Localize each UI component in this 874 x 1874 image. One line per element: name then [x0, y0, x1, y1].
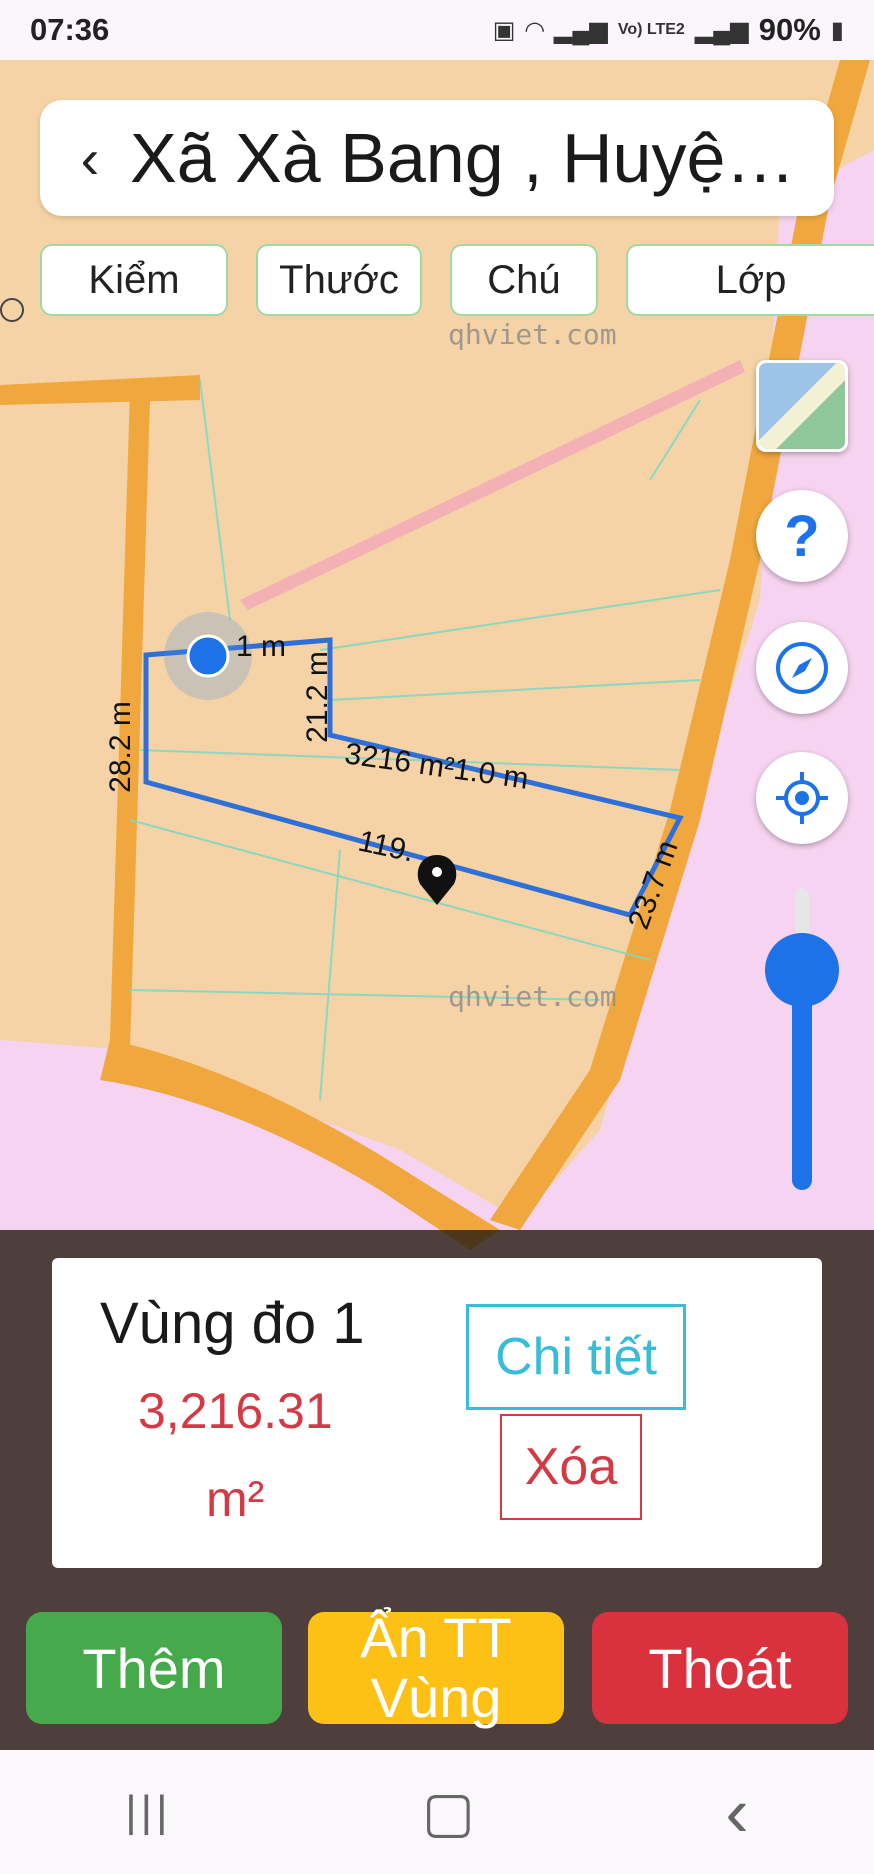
area-value: 3,216.31	[138, 1383, 333, 1439]
notification-icon: ▣	[492, 16, 516, 44]
tool-chu-button[interactable]: Chú	[450, 244, 598, 316]
status-time: 07:36	[30, 12, 110, 47]
signal-icon-2: ▂▄▆	[694, 16, 749, 44]
system-nav-bar: ||| ▢ ‹	[0, 1750, 874, 1874]
detail-button[interactable]: Chi tiết	[466, 1304, 686, 1410]
zoom-slider-thumb[interactable]	[765, 933, 839, 1007]
watermark-top: qhviet.com	[448, 318, 617, 351]
back-nav-icon[interactable]: ‹	[725, 1772, 748, 1852]
status-bar: 07:36 ▣ ◠ ▂▄▆ Vo) LTE2 ▂▄▆ 90% ▮	[0, 0, 874, 60]
tool-kiem-button[interactable]: Kiểm	[40, 244, 228, 316]
add-button[interactable]: Thêm	[26, 1612, 282, 1724]
crosshair-marker-icon	[0, 298, 24, 322]
wifi-icon: ◠	[525, 16, 544, 44]
measure-label-left: 28.2 m	[103, 701, 137, 793]
help-icon: ?	[784, 503, 820, 569]
watermark-bottom: qhviet.com	[448, 980, 617, 1013]
compass-button[interactable]	[756, 622, 848, 714]
home-icon[interactable]: ▢	[422, 1779, 475, 1845]
back-icon[interactable]: ‹	[40, 126, 130, 191]
compass-icon	[776, 642, 828, 694]
help-button[interactable]: ?	[756, 490, 848, 582]
delete-button[interactable]: Xóa	[500, 1414, 642, 1520]
map-layer-icon[interactable]	[756, 360, 848, 452]
status-icons: ▣ ◠ ▂▄▆ Vo) LTE2 ▂▄▆ 90% ▮	[493, 12, 844, 48]
measure-label-top: 1 m	[236, 630, 287, 663]
tool-lop-button[interactable]: Lớp	[626, 244, 874, 316]
title-bar: ‹ Xã Xà Bang , Huyện...	[40, 100, 834, 216]
page-title: Xã Xà Bang , Huyện...	[130, 119, 820, 197]
area-unit: m²	[206, 1471, 265, 1527]
my-location-icon	[776, 772, 828, 824]
area-name: Vùng đo 1	[100, 1291, 365, 1356]
battery-icon: ▮	[830, 16, 844, 44]
recent-apps-icon[interactable]: |||	[125, 1787, 171, 1837]
signal-icon: ▂▄▆	[553, 16, 608, 44]
hide-info-button[interactable]: Ẩn TT Vùng	[308, 1608, 564, 1728]
tool-thuoc-button[interactable]: Thước	[256, 244, 422, 316]
battery-text: 90%	[758, 12, 821, 47]
measure-label-inner: 21.2 m	[300, 651, 334, 743]
my-location-button[interactable]	[756, 752, 848, 844]
network-label: Vo) LTE2	[617, 21, 685, 38]
exit-button[interactable]: Thoát	[592, 1612, 848, 1724]
